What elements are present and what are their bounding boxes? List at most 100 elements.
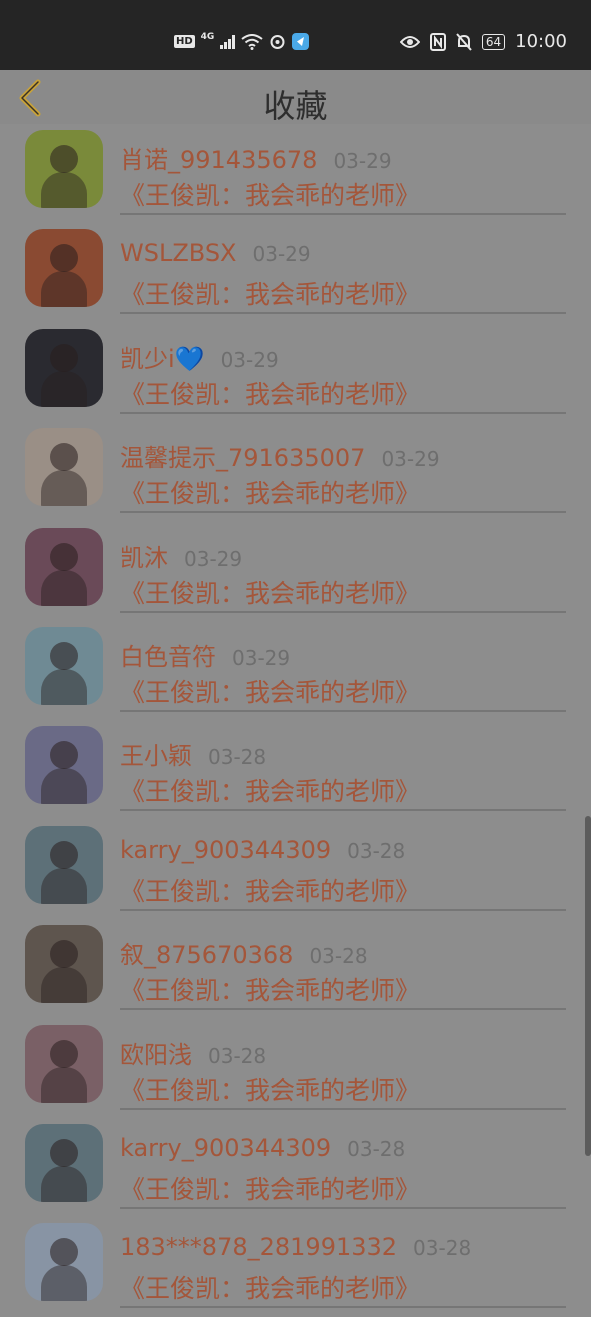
battery-icon: 64 [481, 33, 506, 50]
list-item[interactable]: 温馨提示_791635007 03-29 《王俊凯：我会乖的老师》 [0, 422, 591, 521]
mute-icon [456, 32, 472, 51]
avatar[interactable] [25, 1223, 103, 1302]
row-meta: 叙_875670368 03-28 [120, 935, 368, 970]
favorite-date: 03-28 [309, 944, 368, 969]
avatar[interactable] [25, 626, 103, 705]
status-bar-left: HD 4G [174, 31, 310, 50]
list-item[interactable]: karry_900344309 03-28 《王俊凯：我会乖的老师》 [0, 820, 591, 919]
book-title[interactable]: 《王俊凯：我会乖的老师》 [120, 1269, 420, 1305]
book-title[interactable]: 《王俊凯：我会乖的老师》 [120, 872, 420, 908]
list-item[interactable]: 王小颖 03-28 《王俊凯：我会乖的老师》 [0, 720, 591, 819]
favorite-date: 03-28 [208, 1043, 267, 1068]
list-item[interactable]: 凯少i💙 03-29 《王俊凯：我会乖的老师》 [0, 323, 591, 422]
row-meta: 183***878_281991332 03-28 [120, 1233, 471, 1261]
list-item[interactable]: 叙_875670368 03-28 《王俊凯：我会乖的老师》 [0, 919, 591, 1018]
favorite-date: 03-28 [347, 838, 406, 863]
book-title[interactable]: 《王俊凯：我会乖的老师》 [120, 971, 420, 1007]
row-meta: 白色音符 03-29 [120, 637, 290, 672]
list-item[interactable]: 183***878_281991332 03-28 《王俊凯：我会乖的老师》 [0, 1217, 591, 1316]
list-item[interactable]: 欧阳浅 03-28 《王俊凯：我会乖的老师》 [0, 1019, 591, 1118]
user-name[interactable]: 凯少i💙 [120, 339, 205, 374]
row-meta: 欧阳浅 03-28 [120, 1035, 266, 1070]
clock: 10:00 [515, 31, 567, 52]
avatar[interactable] [25, 527, 103, 606]
favorite-date: 03-28 [347, 1136, 406, 1161]
row-meta: WSLZBSX 03-29 [120, 239, 311, 267]
network-type-label: 4G [200, 31, 215, 42]
divider [120, 1008, 566, 1011]
user-name[interactable]: WSLZBSX [120, 239, 237, 267]
app-header: 收藏 [0, 70, 591, 125]
divider [120, 511, 566, 514]
book-title[interactable]: 《王俊凯：我会乖的老师》 [120, 1170, 420, 1206]
book-title[interactable]: 《王俊凯：我会乖的老师》 [120, 772, 420, 808]
hd-icon: HD [174, 35, 195, 48]
list-item[interactable]: 白色音符 03-29 《王俊凯：我会乖的老师》 [0, 621, 591, 720]
book-title[interactable]: 《王俊凯：我会乖的老师》 [120, 673, 420, 709]
divider [120, 709, 566, 712]
list-item[interactable]: 肖诺_991435678 03-29 《王俊凯：我会乖的老师》 [0, 124, 591, 223]
list-item[interactable]: 凯沐 03-29 《王俊凯：我会乖的老师》 [0, 522, 591, 621]
cellular-signal-icon [220, 34, 236, 49]
user-name[interactable]: 凯沐 [120, 538, 168, 573]
eye-icon [399, 35, 420, 48]
status-bar: HD 4G 64 10:00 [0, 0, 591, 70]
divider [120, 1306, 566, 1309]
favorite-date: 03-29 [220, 347, 279, 372]
favorite-date: 03-28 [208, 745, 267, 770]
avatar[interactable] [25, 825, 103, 904]
avatar[interactable] [25, 428, 103, 507]
divider [120, 312, 566, 315]
list-item[interactable]: WSLZBSX 03-29 《王俊凯：我会乖的老师》 [0, 223, 591, 322]
row-meta: 凯少i💙 03-29 [120, 339, 279, 374]
book-title[interactable]: 《王俊凯：我会乖的老师》 [120, 275, 420, 311]
divider [120, 908, 566, 911]
divider [120, 809, 566, 812]
row-meta: karry_900344309 03-28 [120, 1134, 405, 1162]
book-title[interactable]: 《王俊凯：我会乖的老师》 [120, 474, 420, 510]
favorite-date: 03-29 [232, 645, 291, 670]
user-name[interactable]: 叙_875670368 [120, 935, 293, 970]
row-meta: karry_900344309 03-28 [120, 836, 405, 864]
user-name[interactable]: karry_900344309 [120, 1134, 331, 1162]
user-name[interactable]: 王小颖 [120, 736, 192, 771]
avatar[interactable] [25, 925, 103, 1004]
sync-icon [270, 35, 285, 49]
avatar[interactable] [25, 328, 103, 407]
user-name[interactable]: karry_900344309 [120, 836, 331, 864]
favorite-date: 03-29 [333, 149, 392, 173]
row-meta: 凯沐 03-29 [120, 538, 242, 573]
book-title[interactable]: 《王俊凯：我会乖的老师》 [120, 375, 420, 411]
list-item[interactable]: karry_900344309 03-28 《王俊凯：我会乖的老师》 [0, 1118, 591, 1217]
favorite-date: 03-29 [252, 242, 311, 267]
nfc-icon [429, 32, 446, 51]
divider [120, 411, 566, 414]
user-name[interactable]: 肖诺_991435678 [120, 140, 317, 175]
favorites-list: 肖诺_991435678 03-29 《王俊凯：我会乖的老师》 WSLZBSX 03-2… [0, 124, 591, 1317]
avatar[interactable] [25, 229, 103, 308]
row-meta: 温馨提示_791635007 03-29 [120, 438, 440, 473]
row-meta: 肖诺_991435678 03-29 [120, 140, 392, 175]
avatar[interactable] [25, 130, 103, 208]
page-title: 收藏 [263, 87, 328, 125]
book-title[interactable]: 《王俊凯：我会乖的老师》 [120, 1071, 420, 1107]
divider [120, 1206, 566, 1209]
avatar[interactable] [25, 1024, 103, 1103]
book-title[interactable]: 《王俊凯：我会乖的老师》 [120, 176, 420, 212]
scrollbar[interactable] [585, 816, 591, 1156]
book-title[interactable]: 《王俊凯：我会乖的老师》 [120, 574, 420, 610]
divider [120, 610, 566, 613]
avatar[interactable] [25, 1123, 103, 1202]
user-name[interactable]: 温馨提示_791635007 [120, 438, 365, 473]
user-name[interactable]: 白色音符 [120, 637, 216, 672]
app-badge-icon [292, 33, 310, 50]
status-bar-right: 64 10:00 [399, 31, 567, 52]
favorite-date: 03-29 [184, 546, 243, 571]
user-name[interactable]: 183***878_281991332 [120, 1233, 397, 1261]
divider [120, 1107, 566, 1110]
avatar[interactable] [25, 726, 103, 805]
user-name[interactable]: 欧阳浅 [120, 1035, 192, 1070]
wifi-icon [241, 33, 263, 50]
row-meta: 王小颖 03-28 [120, 736, 266, 771]
favorite-date: 03-28 [413, 1236, 472, 1261]
